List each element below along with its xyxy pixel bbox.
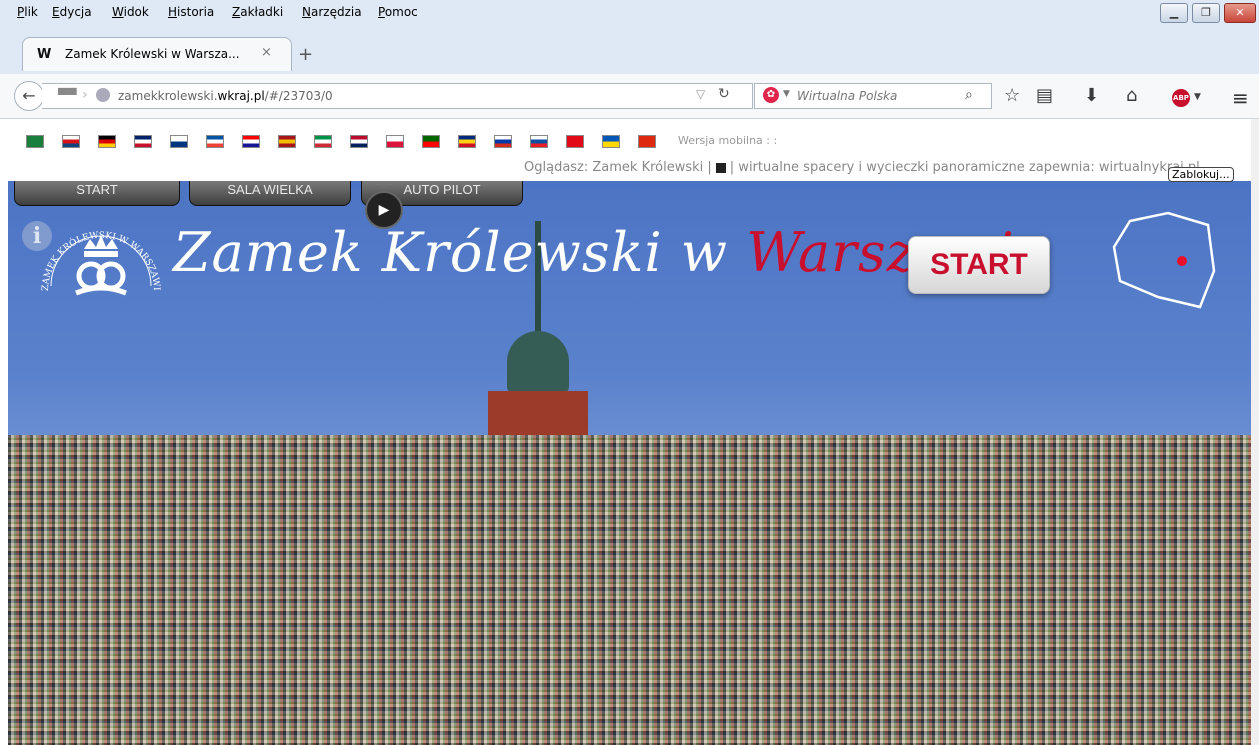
- menu-plik[interactable]: Plik: [17, 5, 38, 19]
- flag-romania-icon[interactable]: [458, 135, 476, 148]
- url-text: zamekkrolewski.wkraj.pl/#/23703/0: [118, 89, 333, 103]
- tab-close-icon[interactable]: ×: [261, 45, 272, 60]
- minimize-button[interactable]: ▁: [1160, 3, 1188, 23]
- navigation-bar: ← ▀▀ › zamekkrolewski.wkraj.pl/#/23703/0…: [0, 74, 1259, 119]
- flag-uk-icon[interactable]: [134, 135, 152, 148]
- flag-china-icon[interactable]: [638, 135, 656, 148]
- history-dropdown-icon[interactable]: ▽: [696, 87, 705, 101]
- back-arrow-icon: ←: [22, 86, 36, 105]
- bookmark-star-icon[interactable]: ☆: [1004, 87, 1020, 105]
- poland-map-icon[interactable]: [1108, 211, 1218, 311]
- flag-croatia-icon[interactable]: [242, 135, 260, 148]
- panorama-view[interactable]: START SALA WIELKA AUTO PILOT ▶ i ZAMEK K…: [8, 181, 1251, 745]
- restore-button[interactable]: ❐: [1192, 3, 1220, 23]
- hamburger-menu-icon[interactable]: ≡: [1232, 86, 1249, 110]
- reload-icon[interactable]: ↻: [718, 86, 730, 102]
- flag-russia-icon[interactable]: [494, 135, 512, 148]
- logo-title-white: Zamek Królewski w: [173, 221, 747, 284]
- play-icon: ▶: [378, 202, 390, 218]
- chevron-down-icon[interactable]: ▼: [783, 89, 790, 99]
- castle-emblem: ZAMEK KRÓLEWSKI W WARSZAWIE: [33, 194, 166, 311]
- viewing-info: Oglądasz: Zamek Królewski | | wirtualne s…: [524, 160, 1200, 175]
- menu-zakladki[interactable]: Zakładki: [232, 5, 283, 19]
- browser-tab[interactable]: W Zamek Królewski w Warsza... ×: [22, 37, 292, 71]
- panorama-image: [8, 435, 1251, 745]
- back-button[interactable]: ←: [14, 81, 44, 111]
- viewing-prefix: Oglądasz: Zamek Królewski |: [524, 160, 712, 175]
- separator-icon: ›: [82, 87, 88, 103]
- flag-czech-icon[interactable]: [62, 135, 80, 148]
- flag-poland-icon[interactable]: [386, 135, 404, 148]
- reading-list-icon[interactable]: ▤: [1036, 87, 1053, 105]
- menu-historia[interactable]: Historia: [168, 5, 214, 19]
- chevron-down-icon[interactable]: ▼: [1194, 92, 1201, 102]
- home-icon[interactable]: ⌂: [1126, 87, 1137, 105]
- tab-title: Zamek Królewski w Warsza...: [65, 47, 240, 61]
- tower-dome: [507, 331, 569, 393]
- search-box[interactable]: ✿ ▼ Wirtualna Polska ⌕: [754, 83, 992, 109]
- flag-france-icon[interactable]: [206, 135, 224, 148]
- restore-icon: ❐: [1201, 6, 1211, 19]
- menu-narzedzia[interactable]: Narzędzia: [302, 5, 362, 19]
- close-window-button[interactable]: ✕: [1224, 3, 1256, 23]
- search-engine-icon[interactable]: ✿: [763, 87, 779, 103]
- flag-germany-icon[interactable]: [98, 135, 116, 148]
- flag-turkey-icon[interactable]: [566, 135, 584, 148]
- minimize-icon: ▁: [1169, 6, 1179, 19]
- flag-saudi-arabia-icon[interactable]: [26, 135, 44, 148]
- start-button[interactable]: START: [908, 236, 1050, 294]
- vertical-scrollbar[interactable]: [1251, 119, 1259, 745]
- web-content: Wersja mobilna : : Oglądasz: Zamek Króle…: [8, 119, 1251, 745]
- site-favicon-icon: W: [37, 47, 52, 62]
- flag-italy-icon[interactable]: [314, 135, 332, 148]
- flag-ukraine-icon[interactable]: [602, 135, 620, 148]
- new-tab-button[interactable]: +: [298, 44, 313, 65]
- flag-slovakia-icon[interactable]: [530, 135, 548, 148]
- flag-spain-icon[interactable]: [278, 135, 296, 148]
- search-icon[interactable]: ⌕: [965, 87, 973, 103]
- menu-edycja[interactable]: Edycja: [52, 5, 92, 19]
- viewing-suffix[interactable]: | wirtualne spacery i wycieczki panorami…: [730, 160, 1200, 175]
- address-bar[interactable]: ▀▀ › zamekkrolewski.wkraj.pl/#/23703/0 ▽…: [42, 83, 753, 109]
- tab-strip: W Zamek Królewski w Warsza... × +: [0, 24, 1259, 74]
- close-icon: ✕: [1235, 6, 1245, 19]
- flag-finland-icon[interactable]: [170, 135, 188, 148]
- block-plugin-button[interactable]: Zablokuj...: [1168, 167, 1234, 182]
- mobile-version-label[interactable]: Wersja mobilna : :: [678, 134, 777, 147]
- download-icon[interactable]: ⬇: [1084, 87, 1099, 105]
- flag-norway-icon[interactable]: [350, 135, 368, 148]
- search-placeholder: Wirtualna Polska: [797, 89, 898, 103]
- dropdown-icon[interactable]: [715, 162, 726, 173]
- page-info-icon[interactable]: ▀▀: [58, 88, 76, 102]
- menu-widok[interactable]: Widok: [112, 5, 149, 19]
- tab-sala-wielka[interactable]: SALA WIELKA: [189, 181, 351, 206]
- flag-portugal-icon[interactable]: [422, 135, 440, 148]
- menu-bar: Plik Edycja Widok Historia Zakładki Narz…: [0, 0, 1259, 24]
- adblock-plus-icon[interactable]: ABP: [1172, 89, 1190, 107]
- globe-icon: [96, 88, 110, 102]
- menu-pomoc[interactable]: Pomoc: [378, 5, 418, 19]
